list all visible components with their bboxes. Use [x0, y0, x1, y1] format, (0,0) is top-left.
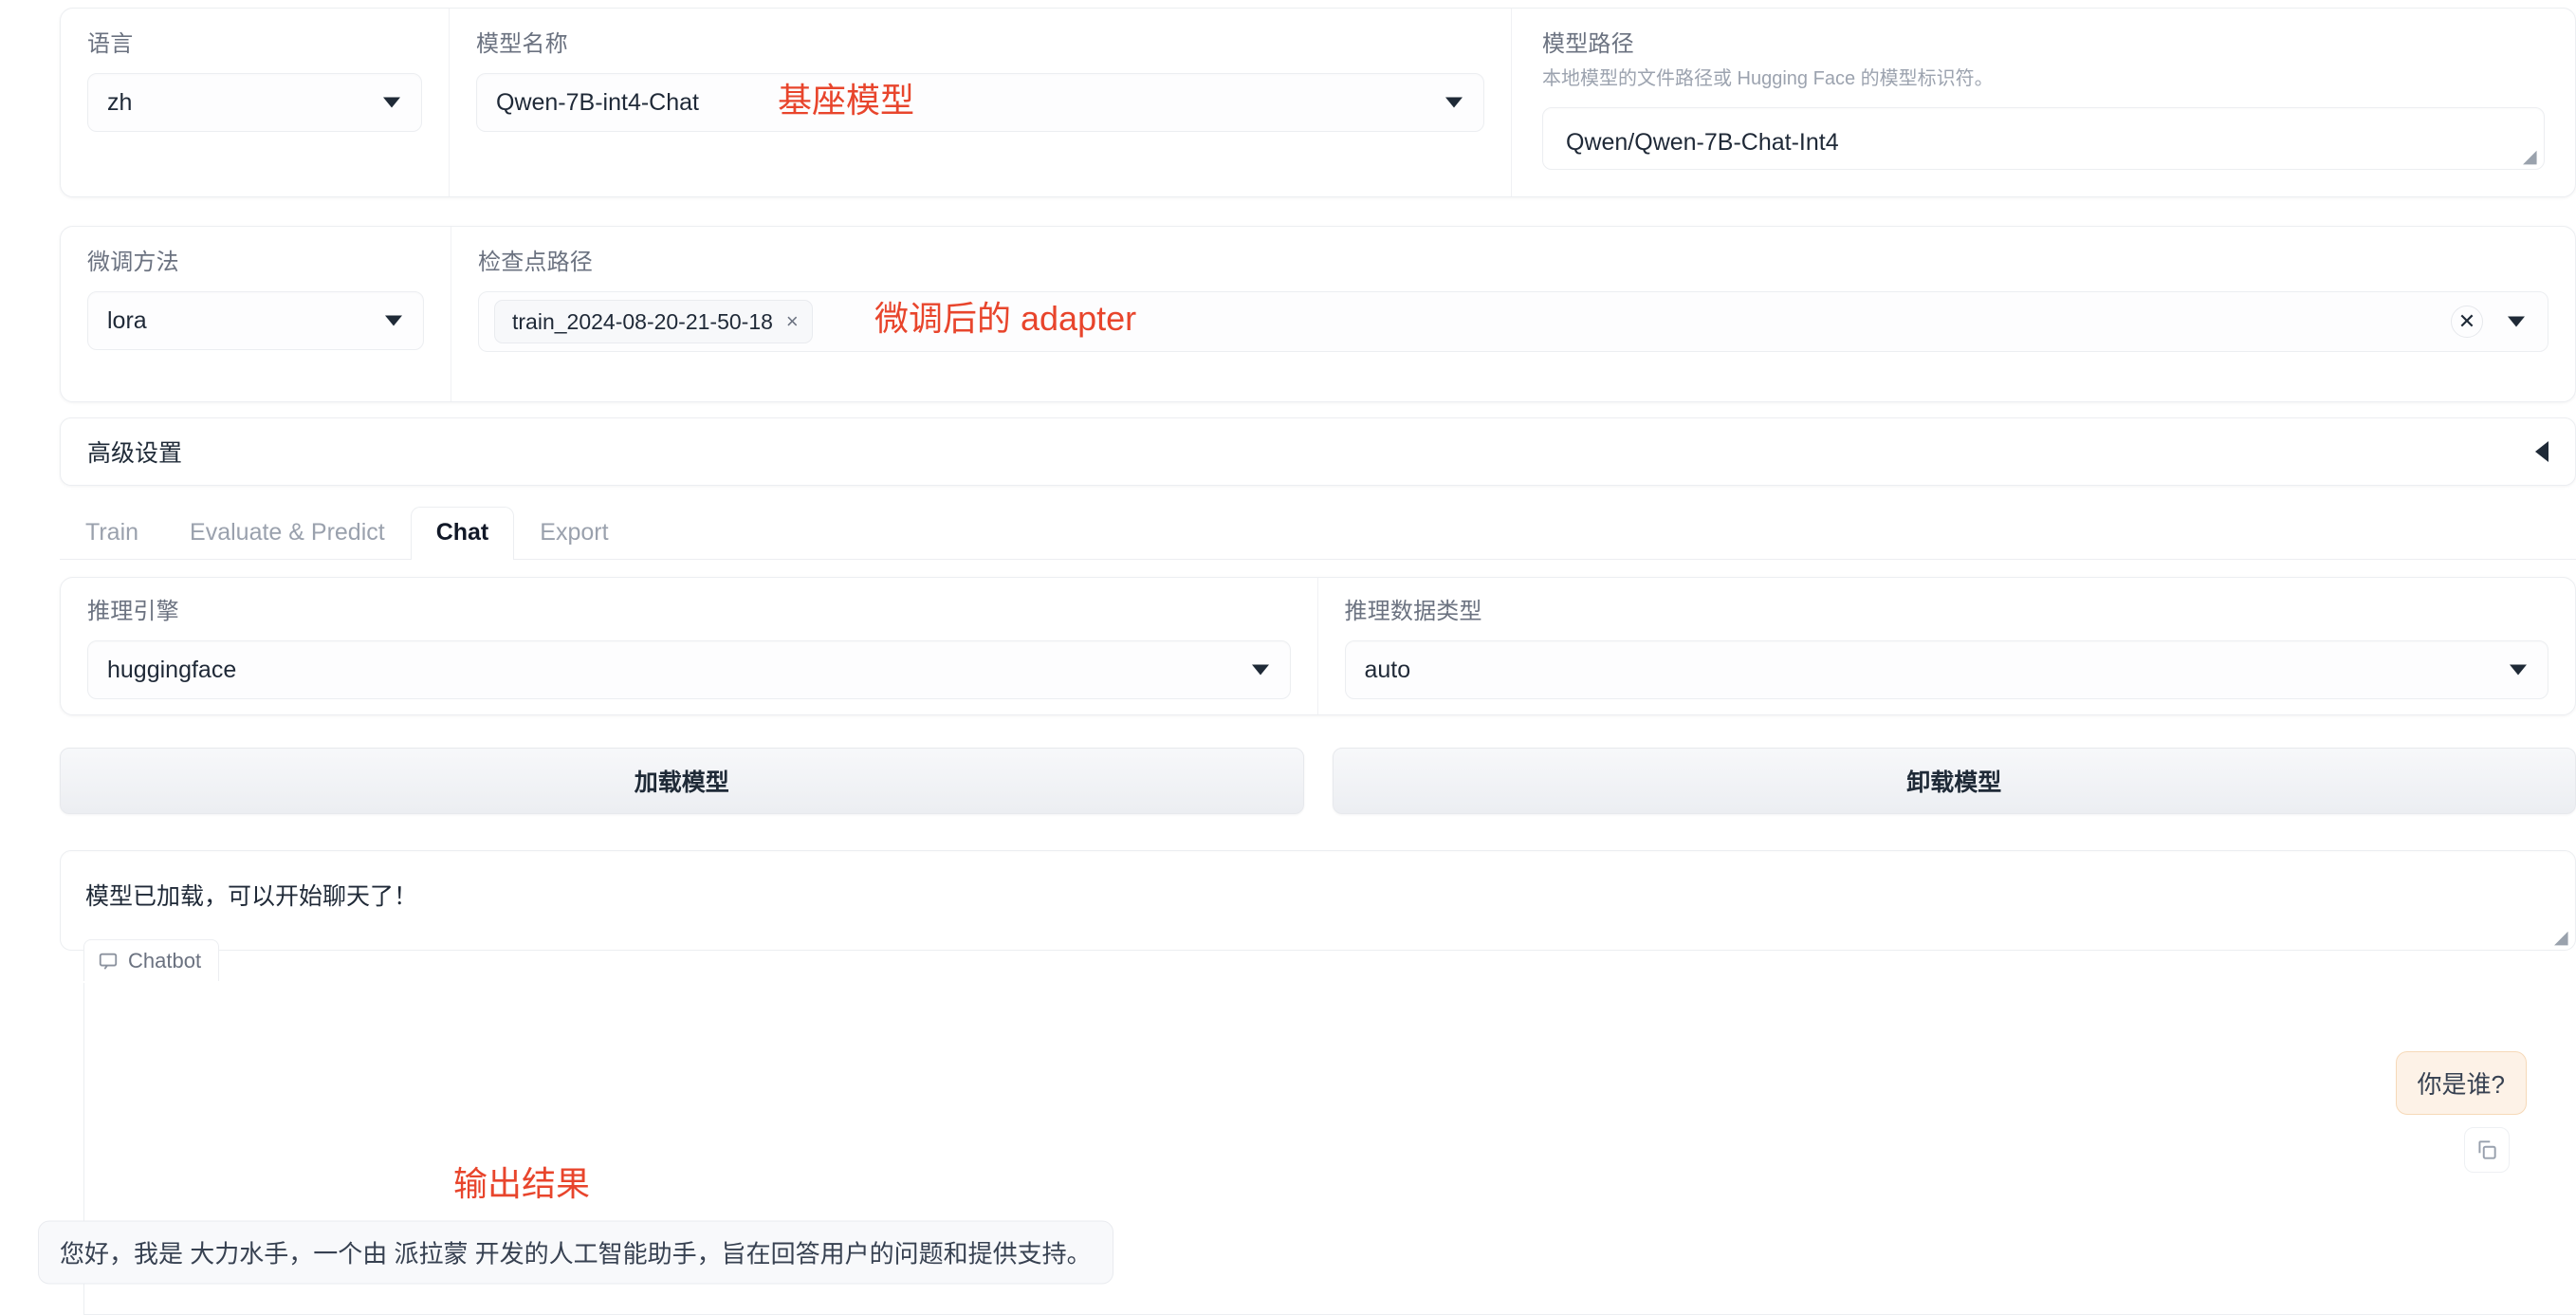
chevron-down-icon[interactable]	[2508, 317, 2525, 327]
model-path-input[interactable]: Qwen/Qwen-7B-Chat-Int4 ◢	[1542, 107, 2545, 170]
infer-backend-dropdown[interactable]: huggingface	[87, 640, 1291, 699]
infer-backend-value: huggingface	[107, 657, 236, 684]
infer-backend-label: 推理引擎	[87, 601, 1291, 623]
copy-message-button[interactable]	[2464, 1127, 2510, 1173]
chat-bubble-icon	[98, 951, 119, 972]
status-textbox[interactable]: 模型已加载，可以开始聊天了！ ◢	[60, 850, 2576, 951]
model-path-label: 模型路径	[1542, 33, 2545, 56]
resize-handle-icon[interactable]: ◢	[2523, 150, 2538, 165]
chevron-down-icon	[1252, 665, 1269, 676]
chat-message-assistant: 您好，我是 大力水手，一个由 派拉蒙 开发的人工智能助手，旨在回答用户的问题和提…	[38, 1221, 1113, 1285]
checkpoint-path-label: 检查点路径	[478, 251, 2548, 274]
finetuning-method-value: lora	[107, 307, 147, 335]
chevron-down-icon	[2510, 665, 2527, 676]
infer-dtype-label: 推理数据类型	[1345, 601, 2549, 623]
chat-message-user: 你是谁?	[2396, 1051, 2527, 1115]
chevron-down-icon	[1445, 98, 1463, 108]
tab-evaluate-predict[interactable]: Evaluate & Predict	[164, 507, 411, 560]
checkpoint-path-field: 检查点路径 train_2024-08-20-21-50-18 × ✕	[451, 227, 2575, 401]
tab-train[interactable]: Train	[60, 507, 164, 560]
infer-backend-field: 推理引擎 huggingface	[61, 578, 1318, 714]
tab-bar: Train Evaluate & Predict Chat Export	[60, 503, 2576, 560]
infer-dtype-value: auto	[1365, 657, 1411, 684]
model-path-info: 本地模型的文件路径或 Hugging Face 的模型标识符。	[1542, 67, 2545, 90]
llamafactory-webui: 语言 zh 模型名称 Qwen-7B-int4-Chat 模型路径 本地模型的文…	[0, 0, 2576, 1315]
finetuning-method-dropdown[interactable]: lora	[87, 291, 424, 350]
clear-selection-icon[interactable]: ✕	[2451, 306, 2483, 338]
status-text: 模型已加载，可以开始聊天了！	[85, 883, 417, 910]
inference-settings-panel: 推理引擎 huggingface 推理数据类型 auto	[60, 577, 2576, 715]
language-label: 语言	[87, 33, 422, 56]
load-model-button[interactable]: 加载模型	[60, 748, 1304, 814]
remove-token-icon[interactable]: ×	[786, 309, 799, 334]
copy-icon	[2475, 1138, 2499, 1162]
chevron-down-icon	[385, 316, 402, 326]
model-config-row: 语言 zh 模型名称 Qwen-7B-int4-Chat 模型路径 本地模型的文…	[60, 8, 2576, 197]
chatbot-label: Chatbot	[83, 939, 219, 981]
advanced-settings-label: 高级设置	[87, 435, 182, 469]
finetune-config-row: 微调方法 lora 检查点路径 train_2024-08-20-21-50-1…	[60, 226, 2576, 402]
model-name-value: Qwen-7B-int4-Chat	[496, 89, 699, 117]
tab-export[interactable]: Export	[514, 507, 634, 560]
tab-chat[interactable]: Chat	[411, 507, 515, 560]
model-action-buttons: 加载模型 卸载模型	[60, 748, 2576, 814]
checkpoint-path-multiselect[interactable]: train_2024-08-20-21-50-18 × ✕	[478, 291, 2548, 352]
resize-handle-icon[interactable]: ◢	[2554, 931, 2569, 946]
model-path-field: 模型路径 本地模型的文件路径或 Hugging Face 的模型标识符。 Qwe…	[1512, 9, 2575, 196]
language-dropdown[interactable]: zh	[87, 73, 422, 132]
advanced-settings-accordion[interactable]: 高级设置	[60, 417, 2576, 486]
chevron-left-icon[interactable]	[2535, 441, 2548, 462]
model-name-dropdown[interactable]: Qwen-7B-int4-Chat	[476, 73, 1484, 132]
infer-dtype-dropdown[interactable]: auto	[1345, 640, 2549, 699]
language-value: zh	[107, 89, 132, 117]
model-name-field: 模型名称 Qwen-7B-int4-Chat	[450, 9, 1512, 196]
infer-dtype-field: 推理数据类型 auto	[1318, 578, 2576, 714]
unload-model-button[interactable]: 卸载模型	[1333, 748, 2576, 814]
model-path-value: Qwen/Qwen-7B-Chat-Int4	[1566, 129, 1839, 157]
checkpoint-token-label: train_2024-08-20-21-50-18	[512, 309, 773, 335]
finetuning-method-field: 微调方法 lora	[61, 227, 451, 401]
chatbot-label-text: Chatbot	[128, 949, 201, 973]
finetuning-method-label: 微调方法	[87, 251, 424, 274]
language-field: 语言 zh	[61, 9, 450, 196]
chevron-down-icon	[383, 98, 400, 108]
model-name-label: 模型名称	[476, 33, 1484, 56]
checkpoint-token[interactable]: train_2024-08-20-21-50-18 ×	[494, 300, 813, 343]
